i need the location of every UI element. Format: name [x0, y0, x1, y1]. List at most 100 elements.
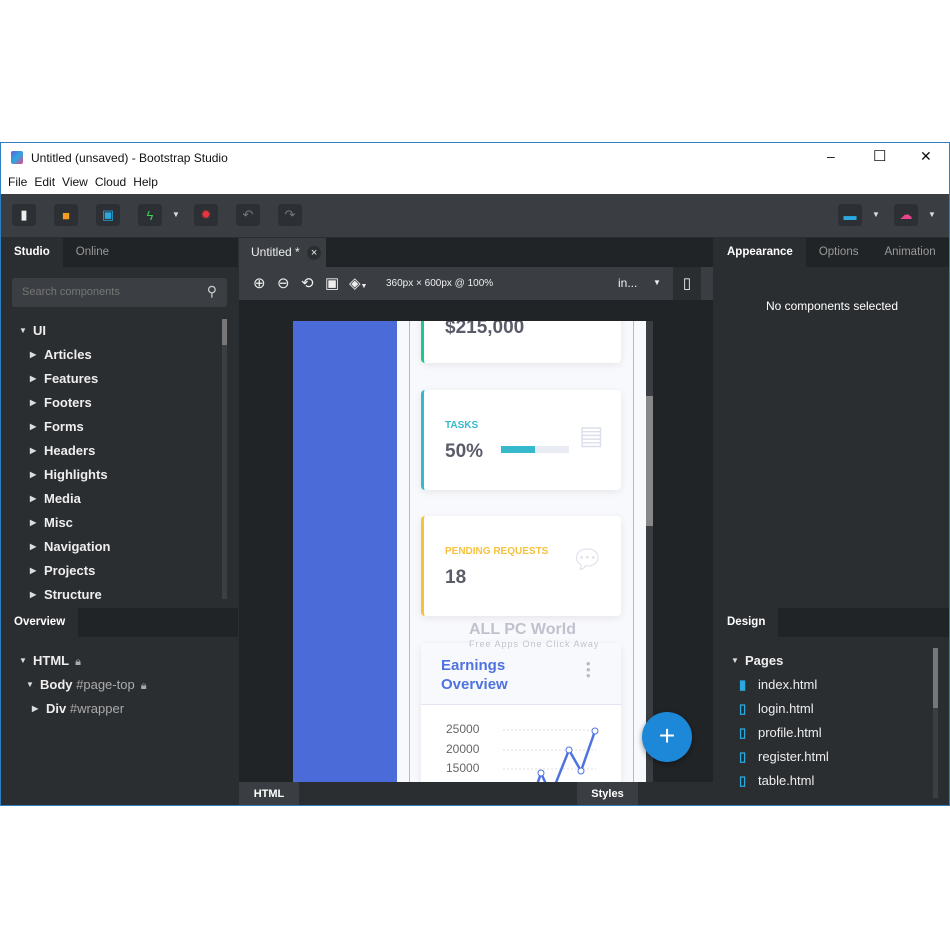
pending-requests-card[interactable]: PENDING REQUESTS 18 💬︎: [421, 516, 621, 616]
clipboard-icon: ▤: [579, 420, 604, 450]
component-tree: ▼ UI ▶ Articles ▶ Features ▶ Footers ▶ Forms …: [1, 319, 221, 599]
tab-overview[interactable]: Overview: [1, 608, 79, 637]
page-item[interactable]: ▯ table.html: [714, 769, 932, 793]
zoom-in-icon[interactable]: ⊕: [253, 274, 266, 292]
overview-body[interactable]: ▼ Body #page-top 🔒︎: [1, 673, 238, 697]
chart-title-2: Overview: [441, 676, 508, 693]
layers-icon[interactable]: ◈▼: [349, 274, 367, 292]
tree-item[interactable]: ▶ Headers: [1, 439, 221, 463]
tree-item[interactable]: ▶ Navigation: [1, 535, 221, 559]
left-tabs: Studio Online: [1, 238, 238, 267]
menu-view[interactable]: View: [62, 171, 88, 194]
tab-html[interactable]: HTML: [239, 782, 299, 805]
pages-folder[interactable]: ▼ Pages: [714, 649, 932, 673]
open-folder-icon[interactable]: ■: [54, 204, 78, 226]
export-icon[interactable]: ▬: [838, 204, 862, 226]
search-icon[interactable]: ⚲: [207, 283, 217, 300]
tree-item[interactable]: ▶ Features: [1, 367, 221, 391]
earnings-card[interactable]: $215,000: [421, 321, 621, 363]
tick-label: 20000: [446, 742, 480, 756]
tree-item[interactable]: ▶ Misc: [1, 511, 221, 535]
app-logo-icon: [11, 151, 23, 164]
tab-untitled[interactable]: Untitled * ×: [239, 238, 326, 267]
settings-icon[interactable]: ✹: [194, 204, 218, 226]
mobile-device-icon[interactable]: ▯: [673, 267, 701, 300]
breakpoint-caret-icon: ▼: [653, 278, 661, 287]
page-item[interactable]: ▯ register.html: [714, 745, 932, 769]
data-point: [537, 769, 545, 777]
more-options-icon[interactable]: • • •: [586, 657, 591, 682]
data-point: [591, 727, 599, 735]
tasks-card[interactable]: TASKS 50% ▤: [421, 390, 621, 490]
title-bar: Untitled (unsaved) - Bootstrap Studio – …: [1, 143, 949, 171]
search-input[interactable]: [22, 286, 192, 298]
device-preview: $215,000 TASKS 50% ▤ PENDING REQUESTS 18…: [293, 321, 646, 782]
add-component-button[interactable]: +: [642, 712, 692, 762]
export-dropdown-icon[interactable]: ▼: [872, 210, 880, 219]
tree-item[interactable]: ▶ Forms: [1, 415, 221, 439]
tab-styles[interactable]: Styles: [577, 782, 638, 805]
search-components-input[interactable]: ⚲: [12, 278, 227, 307]
tree-item[interactable]: ▶ Projects: [1, 559, 221, 583]
window-title: Untitled (unsaved) - Bootstrap Studio: [31, 151, 228, 165]
preview-scrollbar[interactable]: [646, 321, 653, 782]
fit-icon[interactable]: ▣: [325, 274, 339, 292]
pages-scrollbar[interactable]: [933, 648, 938, 798]
overview-div[interactable]: ▶ Div #wrapper: [1, 697, 238, 721]
tree-scrollbar[interactable]: [222, 319, 227, 599]
app-window: Untitled (unsaved) - Bootstrap Studio – …: [0, 142, 950, 806]
pending-value: 18: [445, 567, 467, 588]
minimize-button[interactable]: –: [827, 148, 835, 164]
preview-icon[interactable]: ϟ: [138, 204, 162, 226]
zoom-out-icon[interactable]: ⊖: [277, 274, 290, 292]
close-tab-button[interactable]: ×: [307, 246, 322, 260]
tab-appearance[interactable]: Appearance: [714, 238, 806, 267]
bottom-bar: HTML Styles: [239, 782, 713, 805]
tab-design[interactable]: Design: [714, 608, 779, 637]
tab-animation[interactable]: Animation: [871, 238, 948, 267]
overview-html[interactable]: ▼ HTML 🔒︎: [1, 649, 238, 673]
menu-edit[interactable]: Edit: [34, 171, 55, 194]
pages-tree: ▼ Pages ▮ index.html ▯ login.html ▯ profile.…: [714, 649, 932, 793]
breakpoint-dropdown[interactable]: in...: [618, 276, 637, 290]
tick-label: 15000: [446, 761, 480, 775]
menu-bar: File Edit View Cloud Help: [1, 171, 949, 194]
menu-cloud[interactable]: Cloud: [95, 171, 126, 194]
chart-title-1: Earnings: [441, 657, 506, 674]
tree-item[interactable]: ▶ Footers: [1, 391, 221, 415]
publish-dropdown-icon[interactable]: ▼: [928, 210, 936, 219]
rotate-icon[interactable]: ⟲: [301, 274, 314, 292]
page-item[interactable]: ▯ profile.html: [714, 721, 932, 745]
data-point: [577, 767, 585, 775]
tree-ui[interactable]: ▼ UI: [1, 319, 221, 343]
tab-studio[interactable]: Studio: [1, 238, 63, 267]
page-item[interactable]: ▮ index.html: [714, 673, 932, 697]
publish-icon[interactable]: ☁: [894, 204, 918, 226]
overview-tree: ▼ HTML 🔒︎ ▼ Body #page-top 🔒︎ ▶ Div #wrapper: [1, 649, 238, 721]
design-tabs: Design: [714, 608, 949, 637]
new-file-icon[interactable]: ▮: [12, 204, 36, 226]
menu-file[interactable]: File: [8, 171, 27, 194]
tree-item[interactable]: ▶ Structure: [1, 583, 221, 599]
undo-icon[interactable]: ↶: [236, 204, 260, 226]
tab-options[interactable]: Options: [806, 238, 872, 267]
close-button[interactable]: ✕: [920, 148, 932, 165]
tasks-progress-bar: [501, 446, 569, 453]
menu-help[interactable]: Help: [133, 171, 158, 194]
tree-item[interactable]: ▶ Media: [1, 487, 221, 511]
tree-item[interactable]: ▶ Highlights: [1, 463, 221, 487]
tick-label: 25000: [446, 722, 480, 736]
sidebar-preview[interactable]: [293, 321, 397, 782]
redo-icon[interactable]: ↷: [278, 204, 302, 226]
earnings-value: $215,000: [445, 321, 525, 338]
comments-icon: 💬︎: [571, 544, 605, 574]
pending-label: PENDING REQUESTS: [445, 546, 549, 557]
tasks-label: TASKS: [445, 420, 479, 431]
preview-dropdown-icon[interactable]: ▼: [172, 210, 180, 219]
viewport-size-dropdown[interactable]: 360px × 600px @ 100%: [386, 278, 493, 289]
tree-item[interactable]: ▶ Articles: [1, 343, 221, 367]
tab-online[interactable]: Online: [63, 238, 122, 267]
maximize-button[interactable]: ☐: [873, 147, 886, 165]
save-icon[interactable]: ▣: [96, 204, 120, 226]
page-item[interactable]: ▯ login.html: [714, 697, 932, 721]
